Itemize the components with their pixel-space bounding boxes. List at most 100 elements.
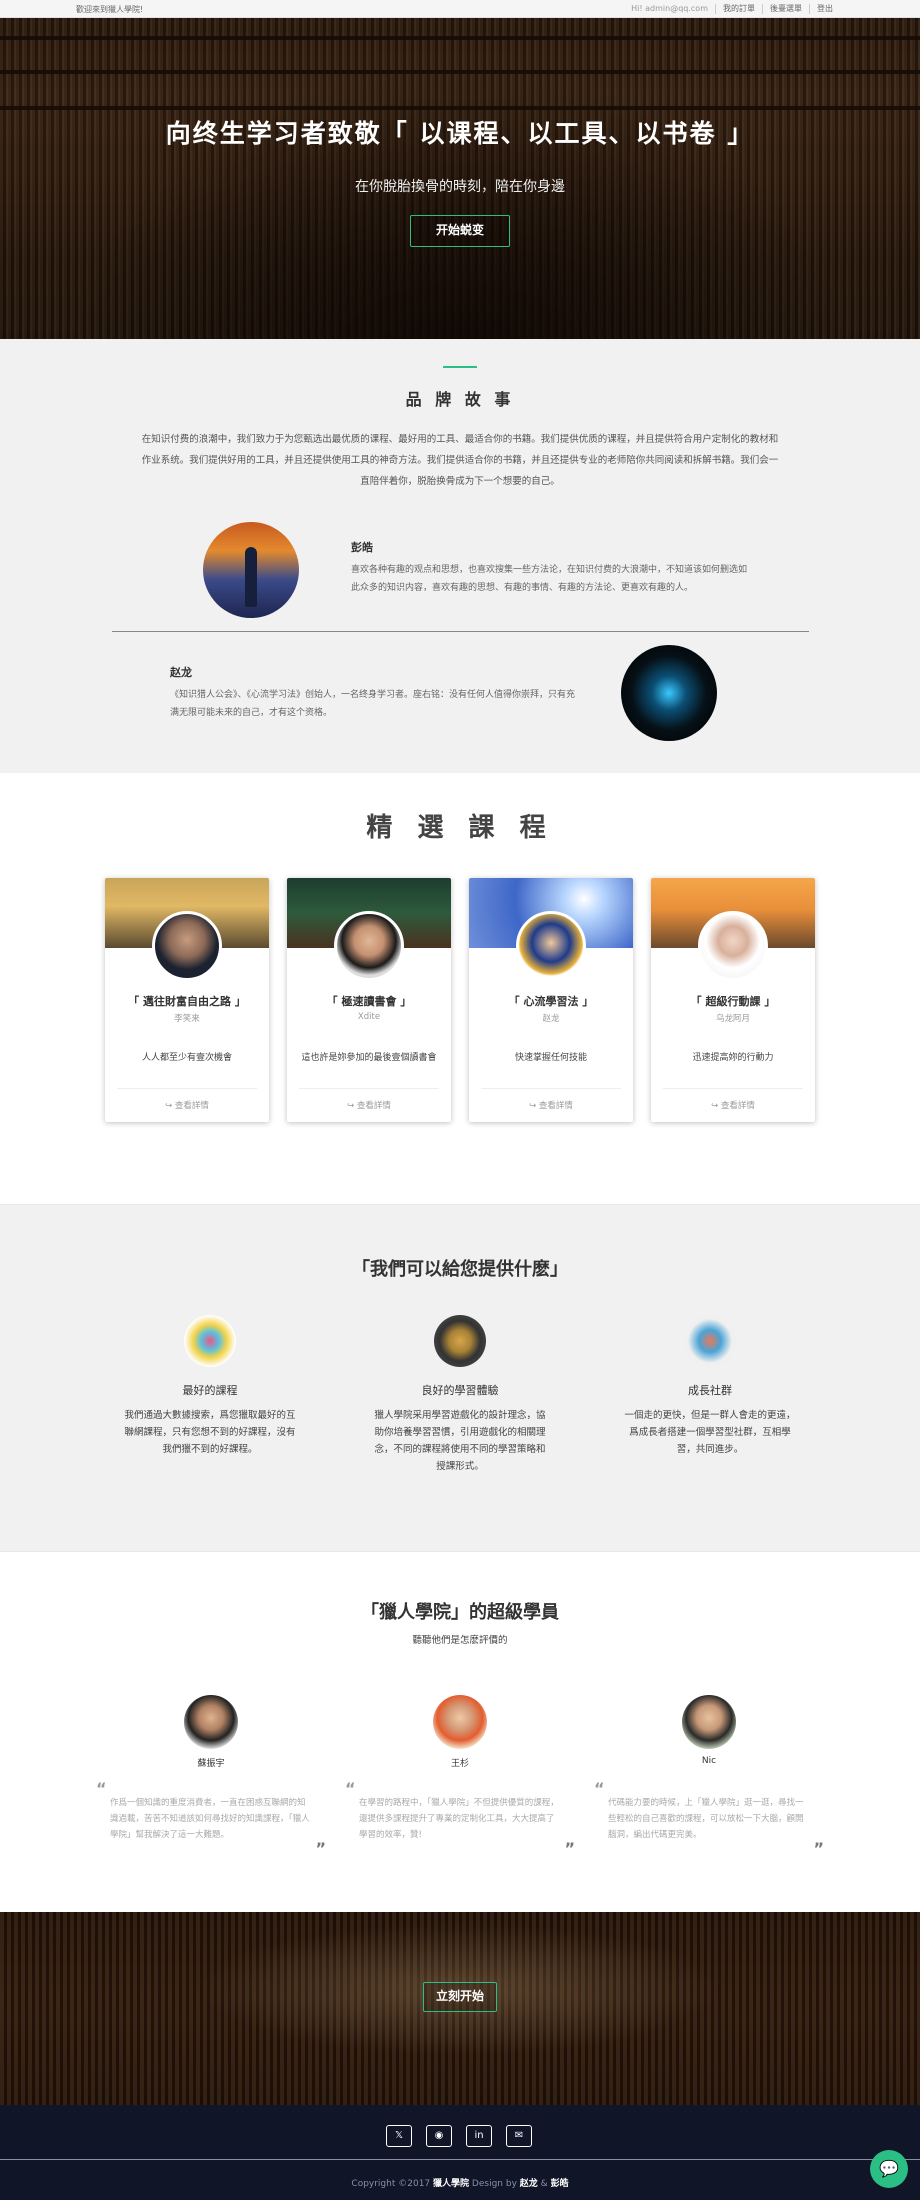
brand-story-text: 在知识付费的浪潮中，我们致力于为您甄选出最优质的课程、最好用的工具、最适合你的书… [141,434,779,487]
view-details-label: 查看詳情 [174,1101,209,1111]
card-divider [117,1088,257,1089]
hero-title: 向终生学习者致敬「 以课程、以工具、以书卷 」 [165,119,755,148]
view-details-link[interactable]: ↪ 查看詳情 [469,1099,633,1111]
card-divider [663,1088,803,1089]
course-author-avatar [516,911,586,981]
view-details-link[interactable]: ↪ 查看詳情 [287,1099,451,1111]
course-title: 「 超級行動課 」 [690,995,776,1008]
email-icon[interactable]: ✉ [506,2125,532,2147]
course-author-avatar [334,911,404,981]
course-author: 乌龙阿月 [715,1014,750,1024]
offer-section: 「我們可以給您提供什麽」 最好的課程 我們通過大數據搜索，爲您獵取最好的互聯網課… [0,1204,920,1552]
course-desc: 這也許是妳參加的最後壹個讀書會 [301,1053,437,1063]
feature-desc: 獵人學院采用學習遊戲化的設計理念，協助你培養學習習慣，引用遊戲化的相關理念，不同… [374,1410,546,1472]
feature-desc: 我們通過大數據搜索，爲您獵取最好的互聯網課程，只有您想不到的好課程，沒有我們獵不… [124,1410,296,1455]
section-divider [112,631,809,632]
founder-name: 赵龙 [170,666,192,679]
student-avatar [184,1695,238,1749]
chat-icon[interactable]: 💬 [870,2150,908,2188]
share-icon: ↪ [529,1101,539,1111]
founder-penghao: 彭皓 喜欢各种有趣的观点和思想，也喜欢搜集一些方法论，在知识付费的大浪潮中，不知… [351,539,751,597]
view-details-link[interactable]: ↪ 查看詳情 [651,1099,815,1111]
founder-name: 彭皓 [351,541,373,554]
student-name: 蘇振宇 [197,1759,225,1769]
feature-title: 成長社群 [688,1384,732,1397]
brand-link[interactable]: 獵人學院 [433,2179,469,2189]
course-author: 赵龙 [542,1014,560,1024]
courses-heading: 精 選 課 程 [366,813,554,843]
course-desc: 人人都至少有壹次機會 [141,1053,232,1063]
view-details-label: 查看詳情 [538,1101,573,1111]
student-avatar [433,1695,487,1749]
welcome-text: 歡迎來到獵人學院! [76,5,144,14]
feature-title: 良好的學習體驗 [421,1384,499,1397]
amp: & [540,2179,548,2189]
course-desc: 迅速提高妳的行動力 [692,1053,774,1063]
course-card[interactable]: 「 超級行動課 」 乌龙阿月 迅速提高妳的行動力 ↪ 查看詳情 [651,878,815,1122]
card-divider [481,1088,621,1089]
footer-rule [0,2159,920,2160]
view-details-label: 查看詳情 [356,1101,391,1111]
logout-link[interactable]: 登出 [809,4,840,14]
brand-heading: 品 牌 故 事 [405,390,515,409]
quote-open-icon: “ [345,1779,356,1798]
copyright: Copyright ©2017 獵人學院 Design by 赵龙 & 彭皓 [0,2176,920,2189]
quote-open-icon: “ [96,1779,107,1798]
course-title: 「 邁往財富自由之路 」 [128,995,246,1008]
author-link[interactable]: 赵龙 [520,2179,538,2189]
course-author: 李笑来 [174,1014,200,1024]
view-details-label: 查看詳情 [720,1101,755,1111]
founder-zhaolong: 赵龙 《知识猎人公会》、《心流学习法》创始人，一名终身学习者。座右铭：没有任何人… [170,664,580,722]
share-icon: ↪ [347,1101,357,1111]
founder-desc: 喜欢各种有趣的观点和思想，也喜欢搜集一些方法论，在知识付费的大浪潮中，不知道该如… [351,565,748,593]
student-name: 王杉 [450,1759,469,1769]
student-quote: 作爲一個知識的重度消費者，一直在困惑互聯網的知識過載，苦苦不知道該如何尋找好的知… [110,1798,310,1840]
course-title: 「 極速讀書會 」 [326,995,412,1008]
github-icon[interactable]: ◉ [426,2125,452,2147]
colorful-brain-icon [184,1315,236,1367]
twitter-icon[interactable]: 𝕏 [386,2125,412,2147]
founder-avatar-zhaolong [621,645,717,741]
author-link[interactable]: 彭皓 [551,2179,569,2189]
testimonials-section: 「獵人學院」的超級學員 聽聽他們是怎麽評價的 蘇振宇 “ 作爲一個知識的重度消費… [0,1552,920,1912]
quote-close-icon: ” [813,1839,824,1858]
card-divider [299,1088,439,1089]
course-card[interactable]: 「 極速讀書會 」 Xdite 這也許是妳參加的最後壹個讀書會 ↪ 查看詳情 [287,878,451,1122]
top-bar: 歡迎來到獵人學院! Hi! admin@qq.com 我的訂單 後臺選單 登出 [0,0,920,18]
share-icon: ↪ [165,1101,175,1111]
feature-desc: 一個走的更快，但是一群人會走的更遠，爲成長者搭建一個學習型社群，互相學習，共同進… [624,1410,796,1455]
student-avatar [682,1695,736,1749]
offer-heading: 「我們可以給您提供什麽」 [352,1259,568,1280]
course-card[interactable]: 「 心流學習法 」 赵龙 快速掌握任何技能 ↪ 查看詳情 [469,878,633,1122]
testimonials-heading: 「獵人學院」的超級學員 [361,1602,559,1623]
my-orders-link[interactable]: 我的訂單 [715,4,762,14]
cta-banner: 立刻开始 [0,1912,920,2105]
gold-book-icon [434,1315,486,1367]
course-desc: 快速掌握任何技能 [514,1053,587,1063]
course-author-avatar [698,911,768,981]
design-by: Design by [471,2179,517,2189]
quote-close-icon: ” [315,1839,326,1858]
view-details-link[interactable]: ↪ 查看詳情 [105,1099,269,1111]
student-name: Nic [701,1756,717,1766]
student-quote: 在學習的路程中，「獵人學院」不但提供優質的課程，還提供多課程提升了專業的定制化工… [359,1798,559,1840]
start-now-button[interactable]: 立刻开始 [423,1982,497,2012]
community-network-icon [684,1315,736,1367]
linkedin-icon[interactable]: in [466,2125,492,2147]
user-nav: Hi! admin@qq.com 我的訂單 後臺選單 登出 [624,4,840,14]
copyright-prefix: Copyright ©2017 [351,2179,431,2189]
start-button[interactable]: 开始蜕变 [410,215,510,247]
featured-courses-section: 精 選 課 程 「 邁往財富自由之路 」 李笑来 人人都至少有壹次機會 ↪ 查看… [0,773,920,1204]
footer: 𝕏 ◉ in ✉ Copyright ©2017 獵人學院 Design by … [0,2105,920,2200]
course-author: Xdite [357,1012,381,1022]
share-icon: ↪ [711,1101,721,1111]
brand-story-section: 品 牌 故 事 在知识付费的浪潮中，我们致力于为您甄选出最优质的课程、最好用的工… [0,339,920,773]
hero-banner: 向终生学习者致敬「 以课程、以工具、以书卷 」 在你脫胎換骨的時刻，陪在你身邊 … [0,18,920,339]
course-card[interactable]: 「 邁往財富自由之路 」 李笑来 人人都至少有壹次機會 ↪ 查看詳情 [105,878,269,1122]
quote-close-icon: ” [564,1839,575,1858]
user-greeting: Hi! admin@qq.com [631,4,708,13]
quote-open-icon: “ [594,1779,605,1798]
accent-divider [443,366,477,368]
admin-menu-link[interactable]: 後臺選單 [762,4,809,14]
course-author-avatar [152,911,222,981]
